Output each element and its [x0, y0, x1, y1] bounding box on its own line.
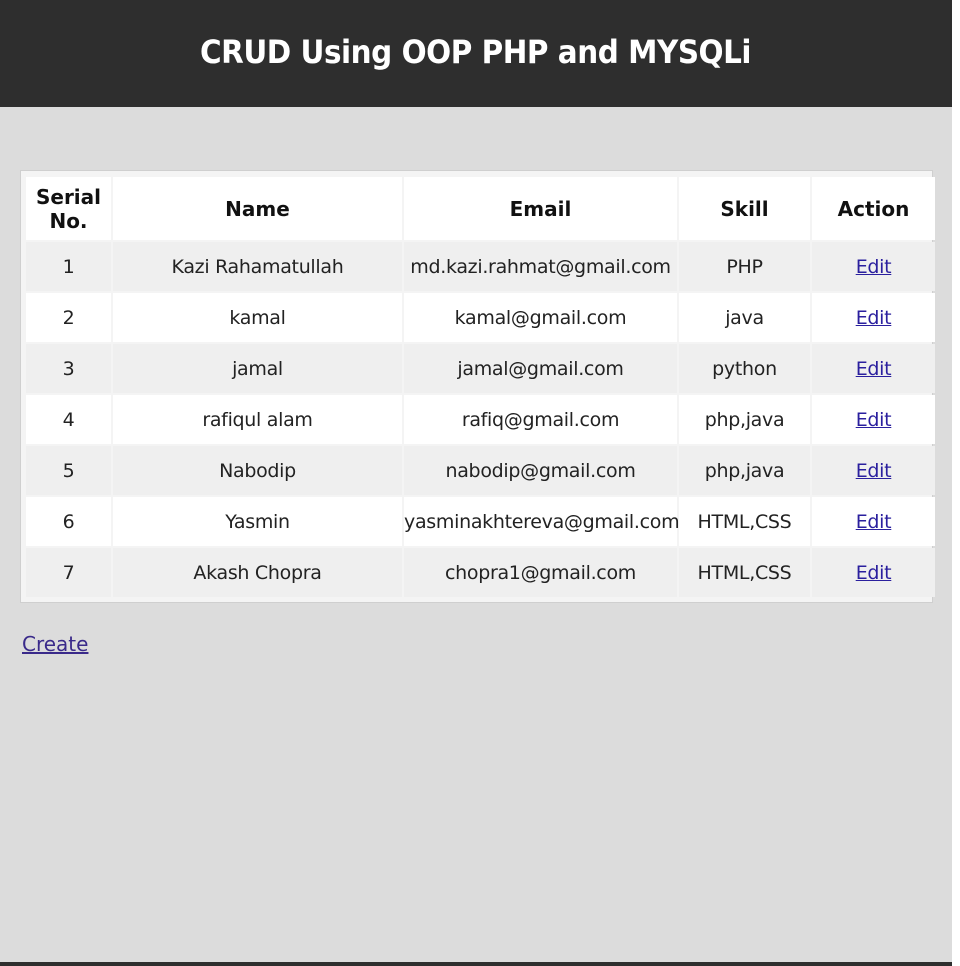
cell-skill: python — [679, 344, 810, 393]
cell-serial: 1 — [26, 242, 111, 291]
cell-name: Nabodip — [113, 446, 402, 495]
records-table: Serial No. Name Email Skill Action 1 Kazi … — [24, 175, 937, 599]
cell-serial: 2 — [26, 293, 111, 342]
column-header-name: Name — [113, 177, 402, 240]
cell-email: chopra1@gmail.com — [404, 548, 677, 597]
edit-link[interactable]: Edit — [856, 460, 892, 482]
cell-action: Edit — [812, 497, 935, 546]
header-bar: CRUD Using OOP PHP and MYSQLi — [0, 0, 952, 107]
cell-email: md.kazi.rahmat@gmail.com — [404, 242, 677, 291]
cell-serial: 7 — [26, 548, 111, 597]
cell-email: yasminakhtereva@gmail.com — [404, 497, 680, 546]
column-header-email: Email — [404, 177, 677, 240]
cell-email: kamal@gmail.com — [404, 293, 677, 342]
cell-skill: java — [679, 293, 810, 342]
table-row: 1 Kazi Rahamatullah md.kazi.rahmat@gmail.c… — [26, 242, 935, 291]
cell-email: nabodip@gmail.com — [404, 446, 677, 495]
table-row: 3 jamal jamal@gmail.com python Edit — [26, 344, 935, 393]
edit-link[interactable]: Edit — [856, 511, 892, 533]
cell-skill: HTML,CSS — [679, 548, 810, 597]
cell-action: Edit — [812, 395, 935, 444]
table-row: 2 kamal kamal@gmail.com java Edit — [26, 293, 935, 342]
create-link[interactable]: Create — [22, 632, 88, 656]
table-header-row: Serial No. Name Email Skill Action — [26, 177, 935, 240]
cell-serial: 6 — [26, 497, 111, 546]
footer-bar — [0, 962, 952, 966]
cell-action: Edit — [812, 293, 935, 342]
edit-link[interactable]: Edit — [856, 358, 892, 380]
edit-link[interactable]: Edit — [856, 409, 892, 431]
cell-name: Yasmin — [113, 497, 402, 546]
page-title: CRUD Using OOP PHP and MYSQLi — [200, 32, 752, 71]
cell-name: Kazi Rahamatullah — [113, 242, 402, 291]
cell-serial: 3 — [26, 344, 111, 393]
cell-action: Edit — [812, 548, 935, 597]
cell-skill: PHP — [679, 242, 810, 291]
cell-name: Akash Chopra — [113, 548, 402, 597]
table-row: 7 Akash Chopra chopra1@gmail.com HTML,CSS Ed… — [26, 548, 935, 597]
records-table-container: Serial No. Name Email Skill Action 1 Kazi … — [20, 170, 935, 603]
cell-serial: 4 — [26, 395, 111, 444]
edit-link[interactable]: Edit — [856, 307, 892, 329]
edit-link[interactable]: Edit — [856, 562, 892, 584]
cell-action: Edit — [812, 242, 935, 291]
cell-skill: php,java — [679, 395, 810, 444]
table-row: 6 Yasmin yasminakhtereva@gmail.com HTML,CSS… — [26, 497, 935, 546]
table-row: 5 Nabodip nabodip@gmail.com php,java Edit — [26, 446, 935, 495]
page: CRUD Using OOP PHP and MYSQLi Serial No. … — [0, 0, 952, 966]
cell-skill: php,java — [679, 446, 810, 495]
table-row: 4 rafiqul alam rafiq@gmail.com php,java Edit — [26, 395, 935, 444]
column-header-serial: Serial No. — [26, 177, 111, 240]
cell-name: jamal — [113, 344, 402, 393]
cell-email: jamal@gmail.com — [404, 344, 677, 393]
cell-action: Edit — [812, 344, 935, 393]
edit-link[interactable]: Edit — [856, 256, 892, 278]
table-body: 1 Kazi Rahamatullah md.kazi.rahmat@gmail.c… — [26, 242, 935, 597]
cell-action: Edit — [812, 446, 935, 495]
cell-skill: HTML,CSS — [679, 497, 810, 546]
cell-serial: 5 — [26, 446, 111, 495]
cell-name: kamal — [113, 293, 402, 342]
column-header-skill: Skill — [679, 177, 810, 240]
right-edge — [952, 0, 960, 966]
cell-name: rafiqul alam — [113, 395, 402, 444]
cell-email: rafiq@gmail.com — [404, 395, 677, 444]
column-header-action: Action — [812, 177, 935, 240]
